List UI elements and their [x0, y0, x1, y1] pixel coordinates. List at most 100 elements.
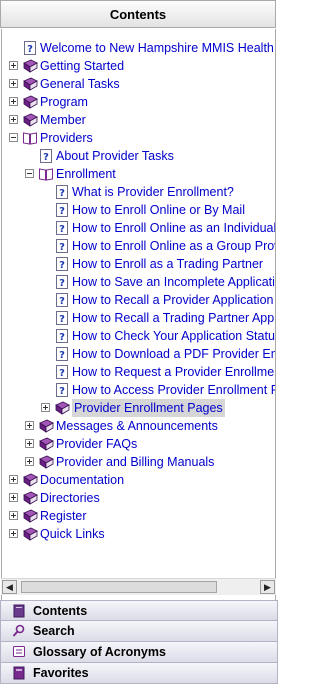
- expand-icon[interactable]: [9, 511, 18, 520]
- tree-item-member[interactable]: Member: [2, 111, 275, 129]
- tree-item-how-to-enroll-online-as-an-individual-provider[interactable]: ? How to Enroll Online as an Individual P…: [2, 219, 275, 237]
- expand-icon[interactable]: [9, 493, 18, 502]
- contents-title: Contents: [109, 7, 167, 22]
- closed-book-icon: [38, 454, 54, 470]
- tree-item-label[interactable]: How to Recall a Trading Partner Applicat…: [72, 309, 275, 327]
- tree-item-label[interactable]: How to Access Provider Enrollment FAQ: [72, 381, 275, 399]
- help-page-icon: ?: [54, 202, 70, 218]
- svg-text:?: ?: [59, 278, 65, 289]
- tree-item-label[interactable]: How to Check Your Application Status: [72, 327, 275, 345]
- tree-item-how-to-enroll-online-or-by-mail[interactable]: ? How to Enroll Online or By Mail: [2, 201, 275, 219]
- toc-tree-pane[interactable]: ? Welcome to New Hampshire MMIS Health En…: [1, 29, 276, 626]
- tree-item-label[interactable]: Program: [40, 93, 88, 111]
- expand-icon[interactable]: [9, 97, 18, 106]
- tree-item-label[interactable]: Member: [40, 111, 86, 129]
- expand-icon[interactable]: [9, 115, 18, 124]
- contents-header: Contents: [0, 0, 276, 28]
- tree-item-label[interactable]: Provider FAQs: [56, 435, 137, 453]
- closed-book-icon: [22, 76, 38, 92]
- tree-item-program[interactable]: Program: [2, 93, 275, 111]
- tree-item-label[interactable]: How to Enroll as a Trading Partner: [72, 255, 263, 273]
- glossary-icon: [13, 646, 25, 657]
- closed-book-icon: [38, 418, 54, 434]
- tree-item-welcome-to-new-hampshire-mmis-health-enterprise[interactable]: ? Welcome to New Hampshire MMIS Health En…: [2, 39, 275, 57]
- tree-item-how-to-request-a-provider-enrollment-packet[interactable]: ? How to Request a Provider Enrollment Pa…: [2, 363, 275, 381]
- scroll-right-button[interactable]: ▶: [260, 580, 275, 594]
- tree-item-provider-and-billing-manuals[interactable]: Provider and Billing Manuals: [2, 453, 275, 471]
- favorites-book-icon: [13, 666, 25, 680]
- tree-item-label[interactable]: Documentation: [40, 471, 124, 489]
- tree-item-how-to-recall-a-trading-partner-application[interactable]: ? How to Recall a Trading Partner Applica…: [2, 309, 275, 327]
- tree-item-how-to-access-provider-enrollment-faq[interactable]: ? How to Access Provider Enrollment FAQ: [2, 381, 275, 399]
- tree-item-how-to-download-a-pdf-provider-enrollment[interactable]: ? How to Download a PDF Provider Enrollme…: [2, 345, 275, 363]
- tree-item-label[interactable]: Enrollment: [56, 165, 116, 183]
- tree-item-label[interactable]: Providers: [40, 129, 93, 147]
- expand-icon[interactable]: [9, 475, 18, 484]
- tree-item-label[interactable]: Welcome to New Hampshire MMIS Health Ent…: [40, 39, 275, 57]
- collapse-icon[interactable]: [25, 169, 34, 178]
- tree-item-providers[interactable]: Providers: [2, 129, 275, 147]
- tree-item-how-to-enroll-online-as-a-group-provider[interactable]: ? How to Enroll Online as a Group Provide…: [2, 237, 275, 255]
- tree-item-label[interactable]: Provider Enrollment Pages: [72, 399, 225, 417]
- tree-item-label[interactable]: Getting Started: [40, 57, 124, 75]
- tree-item-messages-announcements[interactable]: Messages & Announcements: [2, 417, 275, 435]
- closed-book-icon: [22, 526, 38, 542]
- tree-item-how-to-check-your-application-status[interactable]: ? How to Check Your Application Status: [2, 327, 275, 345]
- closed-book-icon: [54, 400, 70, 416]
- help-page-icon: ?: [54, 292, 70, 308]
- tab-glossary[interactable]: Glossary of Acronyms: [0, 642, 278, 663]
- expand-icon[interactable]: [9, 61, 18, 70]
- toc-tree: ? Welcome to New Hampshire MMIS Health En…: [2, 39, 275, 543]
- tree-item-label[interactable]: Directories: [40, 489, 100, 507]
- tree-item-getting-started[interactable]: Getting Started: [2, 57, 275, 75]
- tree-item-label[interactable]: How to Enroll Online or By Mail: [72, 201, 245, 219]
- tree-item-label[interactable]: Register: [40, 507, 87, 525]
- tree-item-label[interactable]: General Tasks: [40, 75, 120, 93]
- tree-item-enrollment[interactable]: Enrollment: [2, 165, 275, 183]
- tree-item-label[interactable]: How to Request a Provider Enrollment Pac…: [72, 363, 275, 381]
- svg-text:?: ?: [59, 296, 65, 307]
- help-page-icon: ?: [54, 346, 70, 362]
- tree-item-documentation[interactable]: Documentation: [2, 471, 275, 489]
- tree-item-label[interactable]: How to Recall a Provider Application: [72, 291, 274, 309]
- closed-book-icon: [22, 58, 38, 74]
- tree-item-how-to-recall-a-provider-application[interactable]: ? How to Recall a Provider Application: [2, 291, 275, 309]
- tree-item-provider-enrollment-pages[interactable]: Provider Enrollment Pages: [2, 399, 275, 417]
- help-page-icon: ?: [54, 274, 70, 290]
- scroll-thumb[interactable]: [21, 581, 217, 593]
- collapse-icon[interactable]: [9, 133, 18, 142]
- tree-item-label[interactable]: Messages & Announcements: [56, 417, 218, 435]
- expand-icon[interactable]: [41, 403, 50, 412]
- magnifier-icon: [12, 624, 25, 637]
- tab-search[interactable]: Search: [0, 621, 278, 642]
- scroll-left-button[interactable]: ◀: [2, 580, 17, 594]
- tree-item-directories[interactable]: Directories: [2, 489, 275, 507]
- tree-item-label[interactable]: About Provider Tasks: [56, 147, 174, 165]
- tree-item-register[interactable]: Register: [2, 507, 275, 525]
- tree-item-about-provider-tasks[interactable]: ? About Provider Tasks: [2, 147, 275, 165]
- help-page-icon: ?: [54, 184, 70, 200]
- tree-item-label[interactable]: Quick Links: [40, 525, 105, 543]
- expand-icon[interactable]: [9, 79, 18, 88]
- expand-icon[interactable]: [25, 439, 34, 448]
- tree-item-label[interactable]: How to Save an Incomplete Application: [72, 273, 275, 291]
- expand-icon[interactable]: [25, 457, 34, 466]
- tree-item-general-tasks[interactable]: General Tasks: [2, 75, 275, 93]
- expand-icon[interactable]: [9, 529, 18, 538]
- tree-item-label[interactable]: How to Download a PDF Provider Enrollmen…: [72, 345, 275, 363]
- tree-item-provider-faqs[interactable]: Provider FAQs: [2, 435, 275, 453]
- tree-item-quick-links[interactable]: Quick Links: [2, 525, 275, 543]
- tree-item-label[interactable]: How to Enroll Online as a Group Provider: [72, 237, 275, 255]
- help-page-icon: ?: [54, 238, 70, 254]
- tab-contents[interactable]: Contents: [0, 600, 278, 621]
- tree-item-label[interactable]: How to Enroll Online as an Individual Pr…: [72, 219, 275, 237]
- help-page-icon: ?: [54, 382, 70, 398]
- tab-favorites[interactable]: Favorites: [0, 663, 278, 684]
- tree-item-how-to-save-an-incomplete-application[interactable]: ? How to Save an Incomplete Application: [2, 273, 275, 291]
- horizontal-scrollbar[interactable]: ◀ ▶: [1, 578, 276, 595]
- expand-icon[interactable]: [25, 421, 34, 430]
- tree-item-label[interactable]: What is Provider Enrollment?: [72, 183, 234, 201]
- tree-item-label[interactable]: Provider and Billing Manuals: [56, 453, 214, 471]
- tree-item-how-to-enroll-as-a-trading-partner[interactable]: ? How to Enroll as a Trading Partner: [2, 255, 275, 273]
- tree-item-what-is-provider-enrollment[interactable]: ? What is Provider Enrollment?: [2, 183, 275, 201]
